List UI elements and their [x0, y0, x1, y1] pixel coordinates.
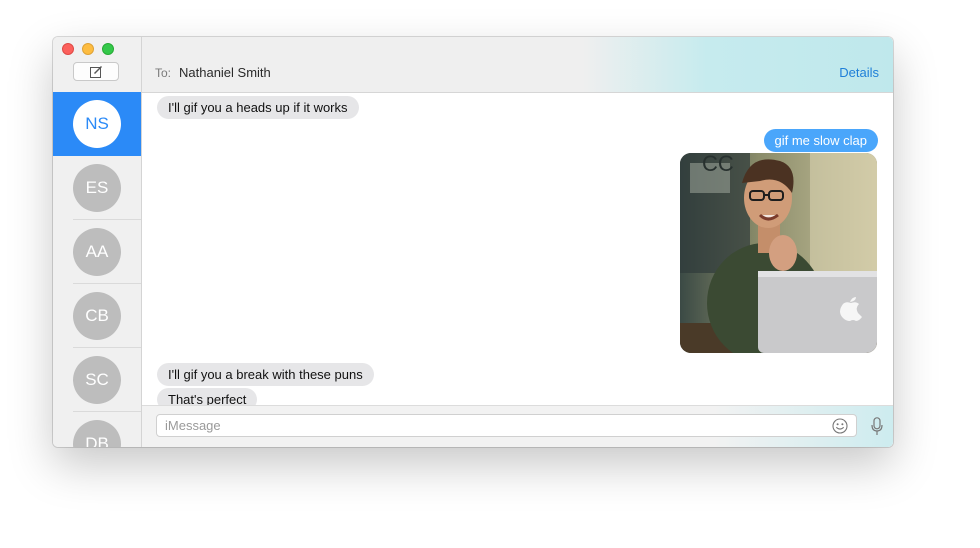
minimize-button[interactable]	[82, 43, 94, 55]
conversation-item[interactable]: NS	[53, 92, 141, 156]
message-bubble-incoming[interactable]: I'll gif you a break with these puns	[157, 363, 374, 386]
avatar: CB	[73, 292, 121, 340]
message-bubble-outgoing[interactable]: gif me slow clap	[763, 129, 878, 152]
conversation-item[interactable]: CB	[53, 284, 141, 348]
conversation-item[interactable]: SC	[53, 348, 141, 412]
avatar: DB	[73, 420, 121, 447]
maximize-button[interactable]	[102, 43, 114, 55]
recipient-name[interactable]: Nathaniel Smith	[179, 65, 271, 80]
sidebar: NS ES AA CB SC DB	[53, 37, 142, 447]
conversation-item[interactable]: ES	[53, 156, 141, 220]
details-link[interactable]: Details	[839, 65, 879, 80]
message-bubble-incoming[interactable]: I'll gif you a heads up if it works	[157, 96, 359, 119]
compose-bar	[142, 405, 893, 447]
conversation-item[interactable]: DB	[53, 412, 141, 447]
message-input[interactable]	[165, 415, 815, 436]
microphone-icon[interactable]	[871, 417, 883, 436]
gif-message[interactable]: CC	[680, 153, 877, 353]
close-button[interactable]	[62, 43, 74, 55]
slow-clap-gif: CC	[680, 153, 877, 353]
emoji-icon[interactable]	[832, 418, 848, 434]
compose-icon	[89, 65, 102, 78]
avatar: ES	[73, 164, 121, 212]
conversation-item[interactable]: AA	[53, 220, 141, 284]
messages-window: NS ES AA CB SC DB To: Nathaniel Smith De…	[53, 37, 893, 447]
avatar: NS	[73, 100, 121, 148]
svg-text:CC: CC	[702, 153, 734, 176]
message-input-field[interactable]	[156, 414, 857, 437]
conversation-pane: To: Nathaniel Smith Details I'll gif you…	[142, 37, 893, 447]
avatar: SC	[73, 356, 121, 404]
compose-button[interactable]	[73, 62, 119, 81]
conversation-header: To: Nathaniel Smith Details	[142, 37, 893, 93]
avatar: AA	[73, 228, 121, 276]
conversation-list: NS ES AA CB SC DB	[53, 92, 141, 447]
to-label: To:	[155, 66, 172, 80]
